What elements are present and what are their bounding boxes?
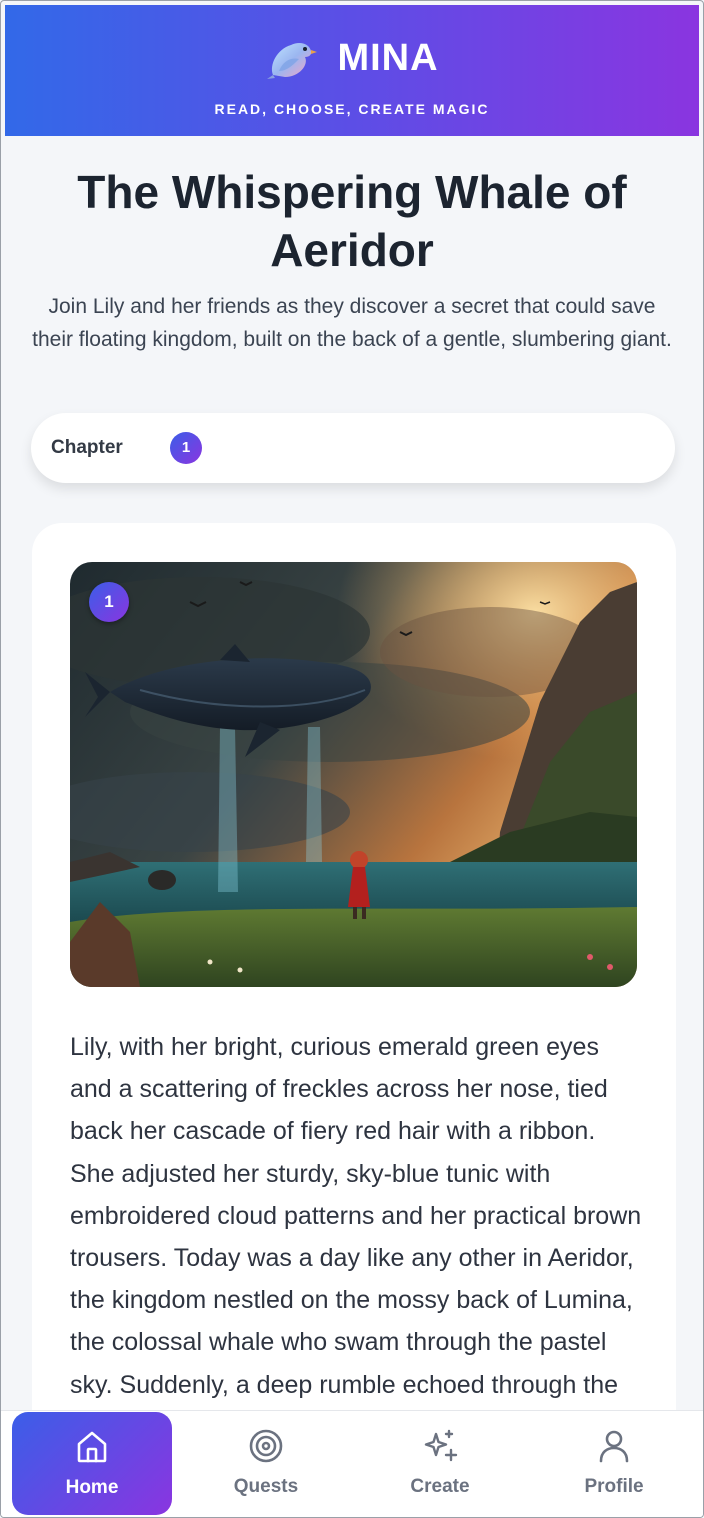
nav-home[interactable]: Home [12, 1412, 172, 1515]
chapter-number-button[interactable]: 1 [170, 432, 202, 464]
chapter-selector: Chapter 1 [31, 413, 675, 483]
story-title: The Whispering Whale of Aeridor [77, 166, 627, 276]
bottom-navigation: Home Quests Create Profile [1, 1410, 703, 1517]
story-text: Lily, with her bright, curious emerald g… [70, 1033, 642, 1441]
nav-quests-label: Quests [233, 1476, 299, 1497]
nav-home-label: Home [65, 1477, 119, 1498]
nav-quests[interactable]: Quests [186, 1411, 346, 1514]
nav-profile-label: Profile [584, 1476, 644, 1497]
brand[interactable]: MINA [5, 35, 699, 91]
nav-create-label: Create [410, 1476, 470, 1497]
nav-create[interactable]: Create [360, 1411, 520, 1514]
story-subtitle: Join Lily and her friends as they discov… [32, 295, 672, 351]
home-icon [77, 1431, 107, 1463]
target-icon [249, 1429, 283, 1463]
app-frame: MINA READ, CHOOSE, CREATE MAGIC The Whis… [0, 0, 704, 1518]
whale-scene-image [70, 562, 637, 987]
sparkles-icon [424, 1429, 458, 1462]
story-illustration: 1 [70, 562, 637, 987]
brand-name: MINA [337, 36, 439, 79]
page-number-badge: 1 [89, 582, 129, 622]
story-card: 1 Lily, with her bright, curious emerald… [32, 523, 676, 1517]
bird-icon [267, 43, 318, 79]
tagline: READ, CHOOSE, CREATE MAGIC [214, 101, 490, 117]
chapter-label: Chapter [51, 437, 123, 458]
app-header: MINA READ, CHOOSE, CREATE MAGIC [5, 5, 699, 136]
user-icon [599, 1430, 629, 1463]
nav-profile[interactable]: Profile [534, 1411, 694, 1514]
